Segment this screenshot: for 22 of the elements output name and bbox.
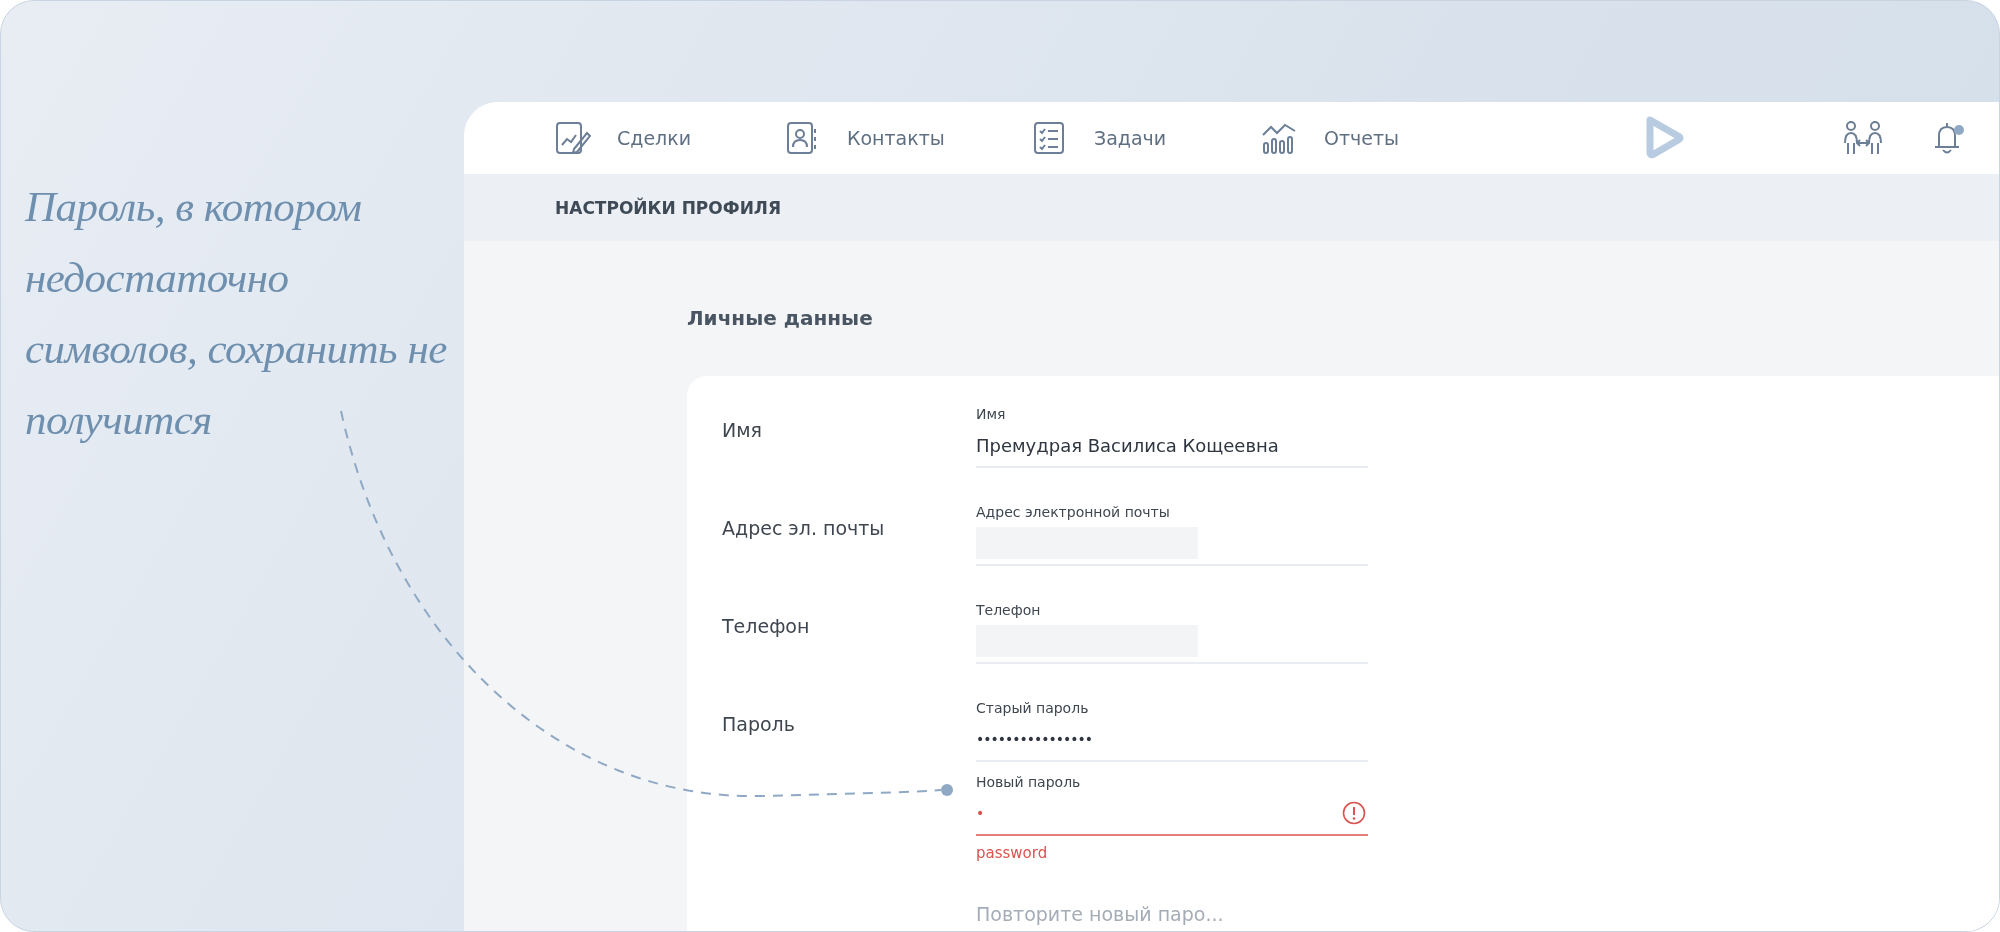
error-icon	[1342, 801, 1366, 825]
field-label: Пароль	[722, 712, 796, 735]
field-label: Имя	[722, 418, 763, 441]
nav-link[interactable]: Отчеты	[1261, 121, 1399, 155]
page-title: НАСТРОЙКИ ПРОФИЛЯ	[555, 197, 782, 218]
section-title: Личные данные	[687, 306, 874, 332]
nav-link[interactable]: Сделки	[554, 121, 784, 155]
annotation-text: Пароль, в котором недостаточно символов, сохранить не получится	[25, 182, 448, 445]
password-field[interactable]: Новый пароль •	[976, 774, 1368, 836]
input-field[interactable]: Телефон	[976, 602, 1368, 664]
line-chart-icon	[1261, 121, 1298, 155]
field-label: Адрес эл. почты	[722, 516, 886, 539]
nav-link[interactable]: Задачи	[1031, 121, 1261, 155]
people-exchange-icon[interactable]	[1843, 121, 1883, 155]
input-field[interactable]: Адрес электронной почты	[976, 504, 1368, 566]
nav-link[interactable]: Контакты	[784, 121, 1031, 155]
error-message: password	[976, 844, 1049, 862]
input-field[interactable]: Имя Премудрая Василиса Кощеевна	[976, 406, 1368, 468]
document-chart-icon	[554, 121, 591, 155]
password-field[interactable]: Старый пароль ••••••••••••••••	[976, 700, 1368, 762]
field-label: Телефон	[722, 614, 811, 637]
play-logo-icon	[1644, 116, 1684, 160]
